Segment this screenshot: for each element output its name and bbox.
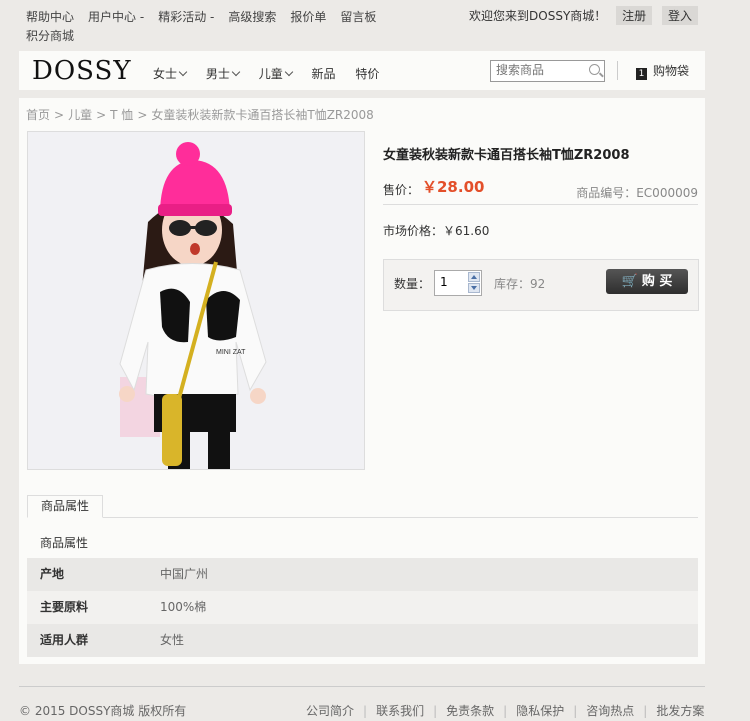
top-link-points-mall[interactable]: 积分商城 <box>26 29 74 43</box>
attributes-heading: 商品属性 <box>40 536 89 550</box>
top-link-advanced-search[interactable]: 高级搜索 <box>228 10 276 24</box>
search-input[interactable] <box>491 61 584 79</box>
nav-item-men[interactable]: 男士 <box>205 67 241 81</box>
breadcrumb-home[interactable]: 首页 <box>26 108 50 122</box>
product-sku: 商品编号：EC000009 <box>576 186 698 200</box>
footer-links: 公司简介 | 联系我们 | 免责条款 | 隐私保护 | 咨询热点 | 批发方案 <box>306 702 704 719</box>
nav-item-men-label: 男士 <box>205 67 230 81</box>
buy-button-label: 购 买 <box>641 274 673 289</box>
welcome-text: 欢迎您来到DOSSY商城！ <box>469 9 607 23</box>
detail-tabs: 商品属性 <box>27 495 698 518</box>
spin-down-icon[interactable] <box>468 283 480 293</box>
footer-link-privacy[interactable]: 隐私保护 <box>516 704 564 718</box>
attributes-table: 产地 中国广州 主要原料 100%棉 适用人群 女性 <box>27 558 698 657</box>
top-link-user-center-label: 用户中心 <box>88 10 137 24</box>
footer-separator: | <box>573 704 578 718</box>
header-divider <box>617 61 618 80</box>
login-link[interactable]: 登入 <box>661 6 698 25</box>
nav-item-kids-label: 儿童 <box>258 67 283 81</box>
chevron-down-icon <box>284 67 293 77</box>
cart-label: 购物袋 <box>653 64 690 78</box>
price-label: 售价： <box>383 183 420 197</box>
spin-up-icon[interactable] <box>468 272 480 282</box>
quantity-stepper <box>434 270 482 296</box>
product-image[interactable]: MINI ZAT <box>27 131 365 470</box>
site-logo[interactable]: DOSSY <box>32 56 132 86</box>
purchase-box: 数量： 库存：92 🛒购 买 <box>383 259 699 311</box>
cart-link[interactable]: 1 购物袋 <box>636 62 690 80</box>
product-panel: 首页 > 儿童 > T 恤 > 女童装秋装新款卡通百搭长袖T恤ZR2008 MINI ZAT <box>19 98 705 664</box>
chevron-right-icon: > <box>96 108 107 122</box>
tab-product-attributes[interactable]: 商品属性 <box>27 495 104 518</box>
footer-link-wholesale[interactable]: 批发方案 <box>656 704 704 718</box>
top-link-activities-label: 精彩活动 <box>158 10 207 24</box>
top-link-activities[interactable]: 精彩活动 - <box>158 10 214 24</box>
footer-separator: | <box>433 704 438 718</box>
top-link-quote[interactable]: 报价单 <box>290 10 326 24</box>
breadcrumb-kids[interactable]: 儿童 <box>68 108 92 122</box>
table-row: 产地 中国广州 <box>27 558 698 591</box>
shopping-cart-icon: 🛒 <box>621 274 638 289</box>
top-bar: 帮助中心 用户中心 - 精彩活动 - 高级搜索 报价单 留言板 积分商城 欢迎您来到DOS… <box>26 6 706 48</box>
market-price: 市场价格：￥61.60 <box>383 224 490 238</box>
chevron-down-icon <box>178 67 188 77</box>
attr-key: 产地 <box>40 567 65 581</box>
site-header: DOSSY 女士 男士 儿童 新品 特价 1 购物袋 <box>19 51 705 90</box>
buy-button[interactable]: 🛒 购 买 <box>606 269 688 294</box>
top-link-message-board[interactable]: 留言板 <box>340 10 376 24</box>
footer-separator: | <box>643 704 648 718</box>
welcome-area: 欢迎您来到DOSSY商城！ 注册 登入 <box>469 6 698 25</box>
attr-value: 中国广州 <box>160 567 209 581</box>
top-links: 帮助中心 用户中心 - 精彩活动 - 高级搜索 报价单 留言板 积分商城 <box>26 8 446 46</box>
attr-key: 适用人群 <box>40 633 89 647</box>
quantity-label: 数量： <box>394 277 431 291</box>
footer-divider <box>19 686 705 687</box>
attr-value: 女性 <box>160 633 185 647</box>
footer-link-about[interactable]: 公司简介 <box>306 704 354 718</box>
footer-separator: | <box>503 704 508 718</box>
price-row: 售价： ￥28.00 商品编号：EC000009 <box>383 176 698 205</box>
table-row: 主要原料 100%棉 <box>27 591 698 624</box>
shopping-bag-icon: 1 <box>636 68 647 80</box>
chevron-right-icon: > <box>54 108 65 122</box>
chevron-right-icon: > <box>137 108 148 122</box>
stock-count: 库存：92 <box>494 277 546 291</box>
quantity-spinner <box>468 272 480 294</box>
breadcrumb: 首页 > 儿童 > T 恤 > 女童装秋装新款卡通百搭长袖T恤ZR2008 <box>26 106 374 123</box>
copyright: © 2015 DOSSY商城 版权所有 <box>19 704 187 718</box>
search-icon[interactable] <box>589 64 600 75</box>
breadcrumb-current: 女童装秋装新款卡通百搭长袖T恤ZR2008 <box>151 108 374 122</box>
register-link[interactable]: 注册 <box>616 6 653 25</box>
nav-item-women-label: 女士 <box>153 67 178 81</box>
footer-separator: | <box>363 704 368 718</box>
table-row: 适用人群 女性 <box>27 624 698 657</box>
top-link-user-center[interactable]: 用户中心 - <box>88 10 144 24</box>
product-photo-illustration: MINI ZAT <box>28 132 364 469</box>
footer-link-contact[interactable]: 联系我们 <box>376 704 424 718</box>
attr-key: 主要原料 <box>40 600 89 614</box>
search-box <box>490 60 605 82</box>
quantity-input[interactable] <box>435 271 468 293</box>
footer-link-disclaimer[interactable]: 免责条款 <box>446 704 494 718</box>
breadcrumb-tshirt[interactable]: T 恤 <box>110 108 133 122</box>
nav-item-new[interactable]: 新品 <box>312 67 336 81</box>
top-link-help[interactable]: 帮助中心 <box>26 10 74 24</box>
nav-item-women[interactable]: 女士 <box>153 67 188 81</box>
nav-item-sale[interactable]: 特价 <box>355 67 379 81</box>
product-price: ￥28.00 <box>422 178 485 196</box>
svg-text:MINI ZAT: MINI ZAT <box>216 349 246 356</box>
chevron-down-icon <box>231 67 241 77</box>
attr-value: 100%棉 <box>160 600 207 614</box>
nav-item-kids[interactable]: 儿童 <box>258 67 293 81</box>
main-nav: 女士 男士 儿童 新品 特价 <box>153 65 395 82</box>
footer-link-hotline[interactable]: 咨询热点 <box>586 704 634 718</box>
product-title: 女童装秋装新款卡通百搭长袖T恤ZR2008 <box>383 148 630 163</box>
